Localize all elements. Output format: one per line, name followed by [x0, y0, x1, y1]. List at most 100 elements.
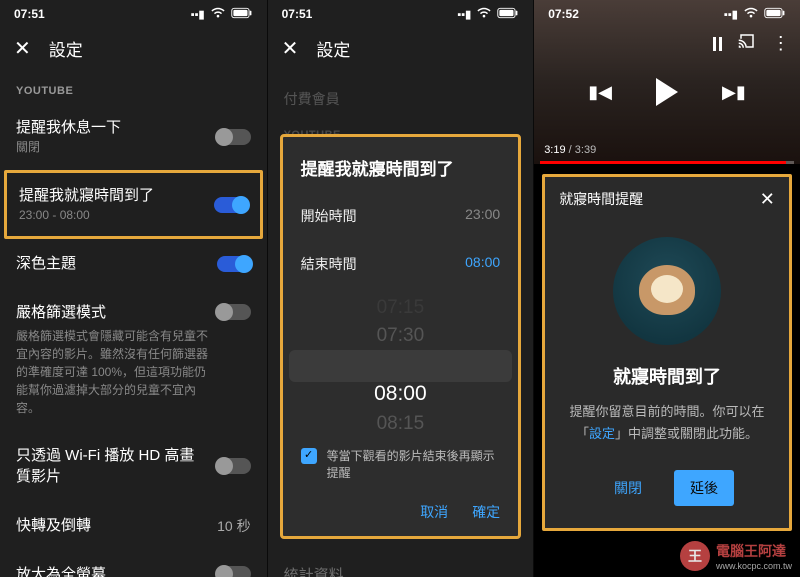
- close-icon[interactable]: ✕: [760, 190, 775, 208]
- wheel-item-selected[interactable]: 08:00: [283, 378, 519, 410]
- toggle-dark[interactable]: [217, 256, 251, 272]
- page-title: 設定: [49, 36, 83, 61]
- video-top-controls: ⋮: [713, 32, 790, 55]
- battery-icon: [764, 7, 786, 22]
- row-wifi-hd[interactable]: 只透過 Wi-Fi 播放 HD 高畫質影片: [0, 431, 267, 501]
- modal-header: 就寢時間提醒 ✕: [545, 177, 789, 221]
- section-youtube: YOUTUBE: [0, 75, 267, 103]
- status-time: 07:51: [14, 7, 45, 21]
- toggle-fullscreen[interactable]: [217, 566, 251, 577]
- alert-actions: 關閉 延後: [545, 452, 789, 528]
- row-sub: 嚴格篩選模式會隱藏可能含有兒童不宜內容的影片。雖然沒有任何篩選器的準確度可達 1…: [16, 327, 217, 417]
- pause-icon[interactable]: [713, 37, 722, 51]
- row-seek[interactable]: 快轉及倒轉 10 秒: [0, 501, 267, 550]
- wifi-icon: [742, 4, 760, 25]
- highlight-bedtime-row: 提醒我就寢時間到了 23:00 - 08:00: [4, 170, 263, 239]
- play-icon[interactable]: [656, 78, 678, 106]
- row-title: 提醒我就寢時間到了: [19, 185, 154, 206]
- settings-link[interactable]: 設定: [589, 426, 615, 441]
- toggle-remind-break[interactable]: [217, 129, 251, 145]
- status-time: 07:51: [282, 7, 313, 21]
- progress-fill: [540, 161, 786, 164]
- illustration-wrap: [545, 237, 789, 345]
- watermark-brand: 電腦王阿達: [716, 543, 786, 559]
- row-restricted-mode[interactable]: 嚴格篩選模式 嚴格篩選模式會隱藏可能含有兒童不宜內容的影片。雖然沒有任何篩選器的…: [0, 288, 267, 431]
- settings-header: ✕ 設定: [268, 28, 534, 75]
- next-track-icon[interactable]: ▶▮: [722, 82, 746, 103]
- status-bar: 07:52 ▪▪▮: [534, 0, 800, 28]
- prev-track-icon[interactable]: ▮◀: [588, 82, 612, 103]
- settings-header: ✕ 設定: [0, 28, 267, 75]
- signal-icon: ▪▪▮: [724, 8, 738, 21]
- kebab-icon[interactable]: ⋮: [772, 33, 790, 54]
- wifi-icon: [475, 4, 493, 25]
- toggle-restricted[interactable]: [217, 304, 251, 320]
- alert-title: 就寢時間到了: [545, 363, 789, 389]
- row-title: 只透過 Wi-Fi 播放 HD 高畫質影片: [16, 445, 207, 487]
- end-label: 結束時間: [301, 254, 357, 274]
- dismiss-button[interactable]: 關閉: [600, 470, 656, 506]
- alert-description: 提醒你留意目前的時間。你可以在「設定」中調整或關閉此功能。: [545, 401, 789, 445]
- status-icons: ▪▪▮: [191, 4, 253, 25]
- progress-bar[interactable]: [540, 161, 794, 164]
- video-position: 3:19: [544, 144, 565, 156]
- ok-button[interactable]: 確定: [472, 502, 500, 522]
- checkbox-label: 等當下觀看的影片結束後再顯示提醒: [327, 448, 501, 482]
- row-title: 統計資料: [284, 565, 344, 577]
- row-remind-break[interactable]: 提醒我休息一下 關閉: [0, 103, 267, 170]
- cancel-button[interactable]: 取消: [420, 502, 448, 522]
- battery-icon: [231, 7, 253, 22]
- watermark-logo-icon: 王: [680, 541, 710, 571]
- watermark-url: www.kocpc.com.tw: [716, 561, 792, 571]
- cast-icon[interactable]: [738, 32, 756, 55]
- row-sub: 23:00 - 08:00: [19, 206, 154, 224]
- start-value: 23:00: [465, 206, 500, 226]
- wifi-icon: [209, 4, 227, 25]
- status-icons: ▪▪▮: [457, 4, 519, 25]
- wait-video-end-checkbox-row[interactable]: ✓ 等當下觀看的影片結束後再顯示提醒: [283, 434, 519, 490]
- status-icons: ▪▪▮: [724, 4, 786, 25]
- row-dark-theme[interactable]: 深色主題: [0, 239, 267, 288]
- video-duration: 3:39: [575, 144, 596, 156]
- row-title: 放大為全螢幕: [16, 564, 106, 577]
- time-picker-wheel[interactable]: 07:15 07:30 07:45 08:00 08:15 08:30 08:4…: [283, 294, 519, 434]
- row-title: 深色主題: [16, 253, 76, 274]
- desc-text-b: 」中調整或關閉此功能。: [615, 426, 758, 441]
- close-icon[interactable]: ✕: [14, 39, 31, 59]
- modal-header-title: 就寢時間提醒: [559, 189, 643, 209]
- close-icon[interactable]: ✕: [282, 39, 299, 59]
- row-title: 嚴格篩選模式: [16, 302, 106, 323]
- snooze-button[interactable]: 延後: [674, 470, 734, 506]
- row-bedtime-reminder[interactable]: 提醒我就寢時間到了 23:00 - 08:00: [7, 173, 260, 236]
- status-bar: 07:51 ▪▪▮: [0, 0, 267, 28]
- bedtime-time-modal: 提醒我就寢時間到了 開始時間 23:00 結束時間 08:00 07:15 07…: [280, 134, 522, 539]
- wheel-item[interactable]: 07:30: [283, 322, 519, 350]
- playback-controls: ▮◀ ▶▮: [534, 78, 800, 106]
- toggle-wifi-hd[interactable]: [217, 458, 251, 474]
- status-bar: 07:51 ▪▪▮: [268, 0, 534, 28]
- bedtime-alert-modal: 就寢時間提醒 ✕ 就寢時間到了 提醒你留意目前的時間。你可以在「設定」中調整或關…: [542, 174, 792, 531]
- end-value: 08:00: [465, 254, 500, 274]
- modal-actions: 取消 確定: [283, 490, 519, 536]
- signal-icon: ▪▪▮: [191, 8, 205, 21]
- row-title: 快轉及倒轉: [16, 515, 91, 536]
- panel-bedtime-alert: 07:52 ▪▪▮ ⋮ ▮◀ ▶▮ 3:19 / 3:39: [533, 0, 800, 577]
- sloth-illustration: [613, 237, 721, 345]
- modal-title: 提醒我就寢時間到了: [283, 137, 519, 192]
- wheel-item[interactable]: 08:15: [283, 410, 519, 434]
- checkbox-icon[interactable]: ✓: [301, 448, 317, 464]
- modal-row-start-time[interactable]: 開始時間 23:00: [283, 192, 519, 240]
- signal-icon: ▪▪▮: [457, 8, 471, 21]
- video-time: 3:19 / 3:39: [544, 144, 596, 156]
- row-title: 提醒我休息一下: [16, 117, 121, 138]
- row-value: 10 秒: [217, 516, 250, 536]
- battery-icon: [497, 7, 519, 22]
- row-stats-bg: 統計資料: [268, 551, 534, 577]
- row-fullscreen-zoom[interactable]: 放大為全螢幕 一律將影片畫面放大到填滿全螢幕: [0, 550, 267, 577]
- panel-bedtime-modal: 07:51 ▪▪▮ ✕ 設定 付費會員 YOUTUBE 一律將影片畫面放大到填滿…: [267, 0, 534, 577]
- panel-settings-list: 07:51 ▪▪▮ ✕ 設定 YOUTUBE 提醒我休息一下 關閉 提醒我就寢時…: [0, 0, 267, 577]
- modal-row-end-time[interactable]: 結束時間 08:00: [283, 240, 519, 288]
- wheel-item[interactable]: 07:15: [283, 294, 519, 322]
- toggle-bedtime[interactable]: [214, 197, 248, 213]
- watermark: 王 電腦王阿達 www.kocpc.com.tw: [680, 541, 792, 571]
